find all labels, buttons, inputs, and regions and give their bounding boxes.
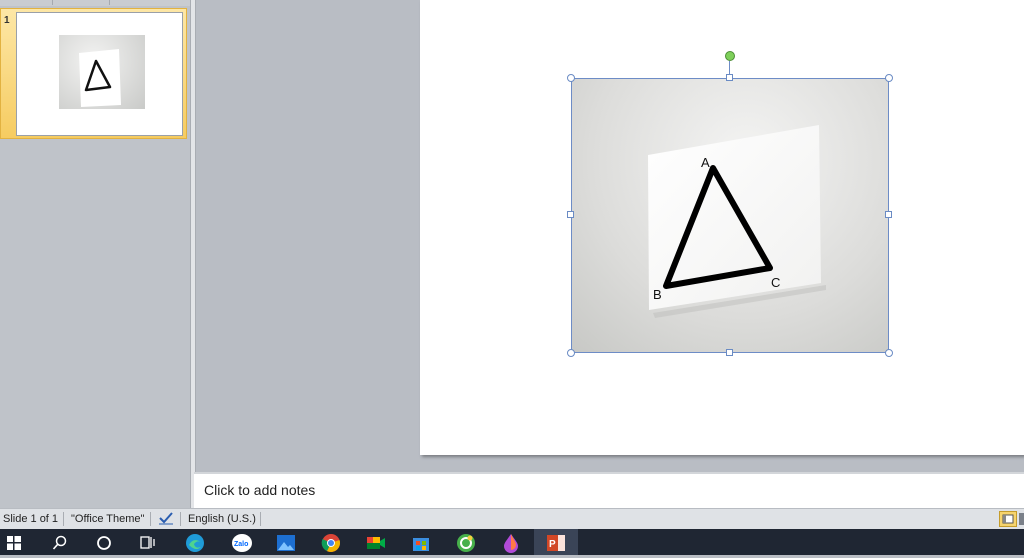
photos-icon[interactable] (276, 533, 296, 553)
paint-icon[interactable] (501, 533, 521, 553)
status-separator (180, 512, 181, 526)
svg-text:Zalo: Zalo (234, 541, 248, 548)
resize-handle-bottom[interactable] (726, 349, 733, 356)
app-icon[interactable] (456, 533, 476, 553)
selection-frame (571, 78, 889, 353)
search-icon[interactable] (52, 535, 72, 555)
edge-icon[interactable] (185, 533, 205, 553)
cortana-icon[interactable] (96, 535, 116, 555)
windows-start-icon[interactable] (7, 536, 27, 556)
spelling-check-icon[interactable] (158, 511, 174, 528)
tab-slides[interactable] (0, 0, 53, 5)
windows-taskbar: Zalo P (0, 529, 1024, 555)
notes-placeholder: Click to add notes (204, 482, 316, 498)
slides-panel: 1 (0, 0, 191, 508)
resize-handle-right[interactable] (885, 211, 892, 218)
status-bar: Slide 1 of 1 "Office Theme" English (U.S… (0, 508, 1024, 530)
powerpoint-icon[interactable]: P (546, 533, 566, 553)
status-separator (260, 512, 261, 526)
slide-indicator[interactable]: Slide 1 of 1 (3, 513, 58, 525)
slide-number: 1 (4, 15, 10, 26)
status-separator (150, 512, 151, 526)
thumbnail-triangle-figure (79, 49, 121, 107)
slide-sorter-view-button[interactable] (1019, 513, 1024, 525)
theme-name[interactable]: "Office Theme" (71, 513, 144, 525)
svg-text:P: P (549, 539, 556, 550)
notes-pane[interactable]: Click to add notes (194, 472, 1024, 510)
chrome-icon[interactable] (321, 533, 341, 553)
normal-view-button[interactable] (999, 511, 1017, 527)
status-separator (63, 512, 64, 526)
resize-handle-top-right[interactable] (885, 74, 893, 82)
resize-handle-top[interactable] (726, 74, 733, 81)
task-view-icon[interactable] (140, 535, 160, 555)
resize-handle-top-left[interactable] (567, 74, 575, 82)
rotate-handle[interactable] (725, 51, 735, 61)
panel-splitter[interactable] (190, 0, 196, 508)
resize-handle-bottom-right[interactable] (885, 349, 893, 357)
zalo-icon[interactable]: Zalo (231, 533, 252, 553)
resize-handle-bottom-left[interactable] (567, 349, 575, 357)
resize-handle-left[interactable] (567, 211, 574, 218)
rotate-handle-stem (729, 61, 730, 74)
google-meet-icon[interactable] (366, 533, 386, 553)
language-indicator[interactable]: English (U.S.) (188, 513, 256, 525)
store-icon[interactable] (411, 533, 431, 553)
slide-thumbnail[interactable] (16, 12, 183, 136)
tab-outline[interactable] (53, 0, 110, 5)
panel-tabs (0, 0, 190, 6)
thumbnail-picture (59, 35, 145, 109)
